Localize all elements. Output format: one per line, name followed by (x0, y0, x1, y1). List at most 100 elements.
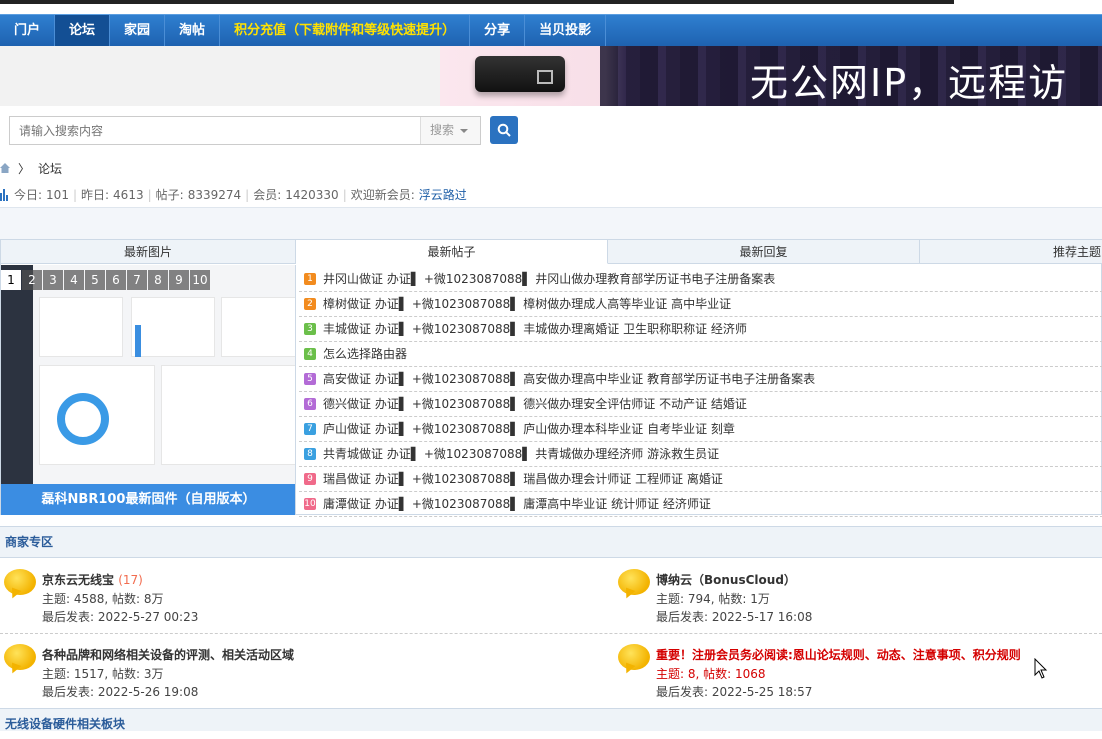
merchant-section-title[interactable]: 商家专区 (0, 526, 1102, 558)
stat-today: 101 (46, 187, 69, 202)
nav-forum[interactable]: 论坛 (55, 15, 111, 46)
forum-stats: 主题: 4588, 帖数: 8万 (42, 592, 164, 606)
rank-badge: 3 (304, 323, 316, 335)
thread-title[interactable]: 庸潭做证 办证▌ +微1023087088▌ 庸潭高中毕业证 统计师证 经济师证 (323, 492, 711, 516)
thread-item[interactable]: 9 瑞昌做证 办证▌ +微1023087088▌ 瑞昌做办理会计师证 工程师证 离… (299, 467, 1102, 492)
forum-last-post[interactable]: 最后发表: 2022-5-26 19:08 (42, 683, 198, 700)
top-dark-bar (0, 0, 954, 4)
forum-name[interactable]: 京东云无线宝 (42, 573, 114, 587)
slide-image (1, 265, 295, 485)
thread-title[interactable]: 樟树做证 办证▌ +微1023087088▌ 樟树做办理成人高等毕业证 高中毕业… (323, 292, 731, 316)
search-icon (497, 123, 511, 137)
mouse-cursor-icon (1034, 658, 1048, 679)
thread-title[interactable]: 高安做证 办证▌ +微1023087088▌ 高安做办理高中毕业证 教育部学历证… (323, 367, 815, 391)
thread-title[interactable]: 庐山做证 办证▌ +微1023087088▌ 庐山做办理本科毕业证 自考毕业证 … (323, 417, 735, 441)
stat-welcome-label: 欢迎新会员: (350, 188, 415, 202)
forum-last-post[interactable]: 最后发表: 2022-5-25 18:57 (656, 683, 812, 700)
forum-stats: 主题: 794, 帖数: 1万 (656, 592, 770, 606)
pager-8[interactable]: 8 (148, 270, 168, 290)
stat-posts-label: 帖子: (155, 188, 184, 202)
top-strip (0, 0, 1102, 14)
pager-10[interactable]: 10 (190, 270, 210, 290)
forum-stats: 今日: 101 | 昨日: 4613 | 帖子: 8339274 | 会员: 1420330 |… (0, 186, 467, 203)
new-member-link[interactable]: 浮云路过 (419, 186, 467, 203)
hardware-section-title[interactable]: 无线设备硬件相关板块 (0, 708, 1102, 731)
pager-2[interactable]: 2 (22, 270, 42, 290)
thread-item[interactable]: 10 庸潭做证 办证▌ +微1023087088▌ 庸潭高中毕业证 统计师证 经济… (299, 492, 1102, 517)
forum-bubble-icon[interactable] (618, 569, 650, 595)
rank-badge: 5 (304, 373, 316, 385)
tab-latest-replies[interactable]: 最新回复 (608, 240, 920, 264)
tab-latest-threads[interactable]: 最新帖子 (296, 240, 608, 264)
picture-slider[interactable]: 1 2 3 4 5 6 7 8 9 10 磊科NBR100最新固件（自用版本） (1, 265, 296, 515)
forum-stats: 主题: 8, 帖数: 1068 (656, 667, 766, 681)
router-device-image (475, 56, 565, 92)
thread-item[interactable]: 3 丰城做证 办证▌ +微1023087088▌ 丰城做办理离婚证 卫生职称职称证… (299, 317, 1102, 342)
forum-name[interactable]: 重要！注册会员务必阅读:恩山论坛规则、动态、注意事项、积分规则 (656, 648, 1021, 662)
forum-jdcloud: 京东云无线宝 (17) 主题: 4588, 帖数: 8万 最后发表: 2022-… (0, 561, 520, 631)
latest-thread-list: 1 井冈山做证 办证▌ +微1023087088▌ 井冈山做办理教育部学历证书电子… (299, 267, 1102, 517)
thread-title[interactable]: 井冈山做证 办证▌ +微1023087088▌ 井冈山做办理教育部学历证书电子注… (323, 267, 775, 291)
forum-row-divider (0, 633, 1102, 634)
nav-share[interactable]: 分享 (470, 15, 526, 46)
forum-last-post[interactable]: 最后发表: 2022-5-27 00:23 (42, 608, 198, 625)
nav-credit-recharge[interactable]: 积分充值（下载附件和等级快速提升） (220, 15, 471, 46)
search-input[interactable] (10, 117, 420, 144)
thread-item[interactable]: 5 高安做证 办证▌ +微1023087088▌ 高安做办理高中毕业证 教育部学历… (299, 367, 1102, 392)
forum-bubble-icon[interactable] (4, 644, 36, 670)
pager-1[interactable]: 1 (1, 270, 21, 290)
search-scope-select[interactable]: 搜索 (420, 117, 480, 144)
breadcrumb-current[interactable]: 论坛 (38, 160, 62, 177)
pager-9[interactable]: 9 (169, 270, 189, 290)
nav-dangbei[interactable]: 当贝投影 (525, 15, 607, 46)
thread-title[interactable]: 怎么选择路由器 (323, 342, 407, 366)
forum-rules: 重要！注册会员务必阅读:恩山论坛规则、动态、注意事项、积分规则 主题: 8, 帖… (614, 636, 1102, 706)
pager-7[interactable]: 7 (127, 270, 147, 290)
forum-device-reviews: 各种品牌和网络相关设备的评测、相关活动区域 主题: 1517, 帖数: 3万 最… (0, 636, 520, 706)
rank-badge: 10 (304, 498, 316, 510)
main-nav: 门户 论坛 家园 淘帖 积分充值（下载附件和等级快速提升） 分享 当贝投影 (0, 14, 1102, 46)
search-scope-label: 搜索 (430, 123, 455, 137)
rank-badge: 4 (304, 348, 316, 360)
nav-portal[interactable]: 门户 (0, 15, 56, 46)
nav-collections[interactable]: 淘帖 (165, 15, 221, 46)
forum-name[interactable]: 博纳云（BonusCloud） (656, 573, 796, 587)
forum-stats: 主题: 1517, 帖数: 3万 (42, 667, 164, 681)
stat-yesterday-label: 昨日: (81, 188, 110, 202)
banner-slogan: 无公网IP，远程访 (750, 61, 1069, 105)
thread-item[interactable]: 7 庐山做证 办证▌ +微1023087088▌ 庐山做办理本科毕业证 自考毕业证… (299, 417, 1102, 442)
stat-today-label: 今日: (14, 188, 43, 202)
thread-item[interactable]: 8 共青城做证 办证▌ +微1023087088▌ 共青城做办理经济师 游泳救生员… (299, 442, 1102, 467)
pager-6[interactable]: 6 (106, 270, 126, 290)
search-button[interactable] (490, 116, 518, 144)
thread-title[interactable]: 瑞昌做证 办证▌ +微1023087088▌ 瑞昌做办理会计师证 工程师证 离婚… (323, 467, 723, 491)
forum-new-count: (17) (118, 573, 143, 587)
thread-title[interactable]: 丰城做证 办证▌ +微1023087088▌ 丰城做办理离婚证 卫生职称职称证 … (323, 317, 747, 341)
stat-members: 1420330 (285, 187, 339, 202)
divider-band (0, 207, 1102, 239)
home-icon[interactable] (0, 163, 10, 173)
slider-pager: 1 2 3 4 5 6 7 8 9 10 (1, 270, 210, 290)
nav-home[interactable]: 家园 (110, 15, 166, 46)
pager-4[interactable]: 4 (64, 270, 84, 290)
pager-3[interactable]: 3 (43, 270, 63, 290)
search-box: 搜索 (9, 116, 481, 145)
stat-members-label: 会员: (253, 188, 282, 202)
forum-bubble-icon[interactable] (4, 569, 36, 595)
tab-recommended[interactable]: 推荐主题 (920, 240, 1102, 264)
latest-pictures-header: 最新图片 (1, 240, 296, 264)
thread-item[interactable]: 4 怎么选择路由器 (299, 342, 1102, 367)
breadcrumb: 〉 论坛 (0, 160, 62, 176)
thread-title[interactable]: 德兴做证 办证▌ +微1023087088▌ 德兴做办理安全评估师证 不动产证 … (323, 392, 747, 416)
forum-last-post[interactable]: 最后发表: 2022-5-17 16:08 (656, 608, 812, 625)
forum-name[interactable]: 各种品牌和网络相关设备的评测、相关活动区域 (42, 648, 294, 662)
thread-title[interactable]: 共青城做证 办证▌ +微1023087088▌ 共青城做办理经济师 游泳救生员证 (323, 442, 719, 466)
pager-5[interactable]: 5 (85, 270, 105, 290)
thread-tabs: 最新帖子 最新回复 推荐主题 (296, 240, 1102, 264)
thread-item[interactable]: 6 德兴做证 办证▌ +微1023087088▌ 德兴做办理安全评估师证 不动产证… (299, 392, 1102, 417)
thread-item[interactable]: 2 樟树做证 办证▌ +微1023087088▌ 樟树做办理成人高等毕业证 高中毕… (299, 292, 1102, 317)
slide-caption[interactable]: 磊科NBR100最新固件（自用版本） (1, 484, 295, 515)
forum-bubble-icon[interactable] (618, 644, 650, 670)
ad-banner[interactable]: 无公网IP，远程访 (0, 46, 1102, 106)
thread-item[interactable]: 1 井冈山做证 办证▌ +微1023087088▌ 井冈山做办理教育部学历证书电子… (299, 267, 1102, 292)
